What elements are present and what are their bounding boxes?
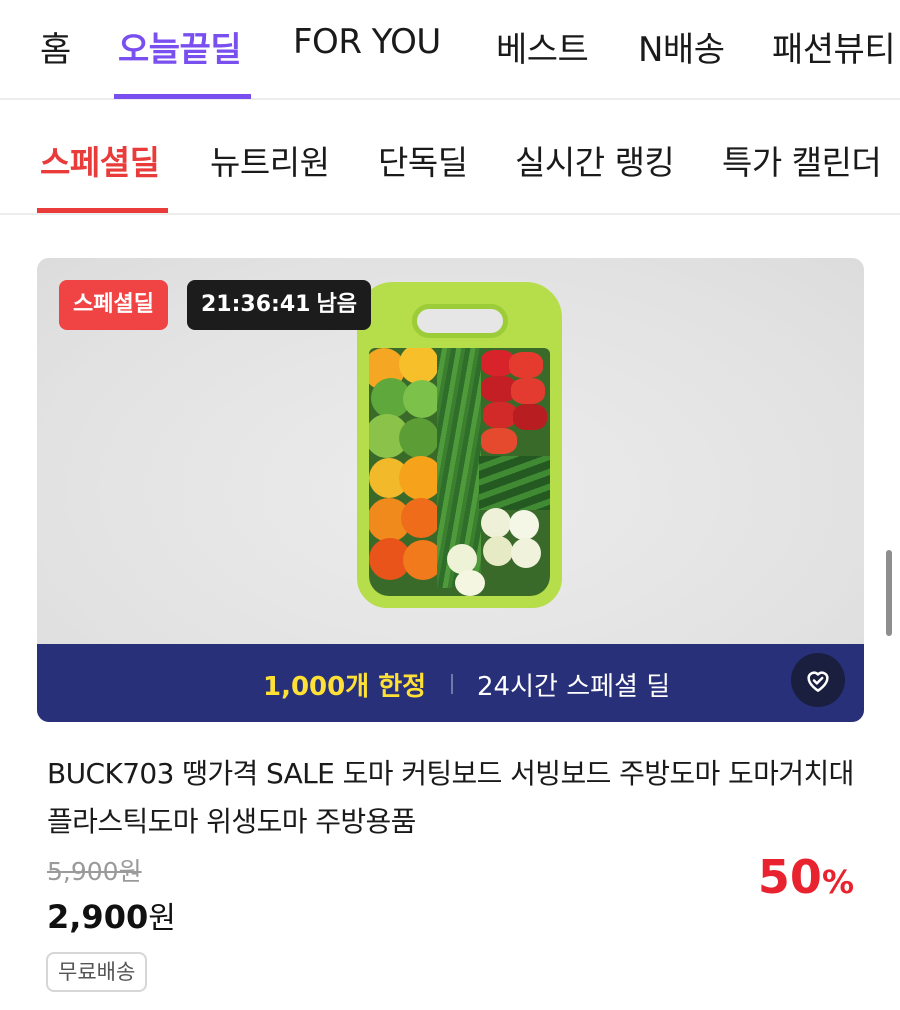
board-handle <box>411 304 508 338</box>
banner-divider <box>451 674 453 694</box>
sub-tab-special-deal[interactable]: 스페셜딜 <box>40 136 160 184</box>
special-deal-badge: 스페셜딜 <box>59 280 168 330</box>
sale-price-number: 2,900 <box>47 898 149 936</box>
top-tab-n-delivery[interactable]: N배송 <box>638 22 725 71</box>
product-title[interactable]: BUCK703 땡가격 SALE 도마 커팅보드 서빙보드 주방도마 도마거치대… <box>47 750 862 846</box>
countdown-suffix: 남음 <box>316 292 357 317</box>
top-tab-for-you[interactable]: FOR YOU <box>293 22 441 62</box>
cutting-board-illustration <box>357 282 562 608</box>
sub-tab-deal-calendar[interactable]: 특가 캘린더 <box>722 136 882 184</box>
heart-check-icon <box>807 671 829 692</box>
top-tab-best[interactable]: 베스트 <box>496 22 589 71</box>
free-shipping-tag: 무료배송 <box>46 952 148 992</box>
discount-unit: % <box>821 863 854 901</box>
wishlist-button[interactable] <box>791 653 845 707</box>
sub-nav: 스페셜딜 뉴트리원 단독딜 실시간 랭킹 특가 캘린더 <box>0 100 900 215</box>
sub-tab-nutrione[interactable]: 뉴트리원 <box>210 136 330 184</box>
top-tab-home[interactable]: 홈 <box>40 22 71 71</box>
product-image[interactable]: 스페셜딜 21:36:41 남음 1,000개 한정 24시간 스페셜 딜 <box>37 258 864 722</box>
countdown-time: 21:36:41 <box>201 292 311 317</box>
scrollbar[interactable] <box>886 550 892 636</box>
top-tab-fashion-beauty[interactable]: 패션뷰티 <box>772 22 896 71</box>
discount-number: 50 <box>757 850 822 904</box>
sub-tab-realtime-ranking[interactable]: 실시간 랭킹 <box>515 136 675 184</box>
sub-tab-exclusive-deal[interactable]: 단독딜 <box>378 136 468 184</box>
sale-price-unit: 원 <box>148 901 176 936</box>
deal-duration-label: 24시간 스페셜 딜 <box>477 672 671 702</box>
active-tab-indicator <box>114 94 251 99</box>
deal-banner: 1,000개 한정 24시간 스페셜 딜 <box>37 644 864 722</box>
discount-rate: 50% <box>758 850 854 904</box>
active-subtab-indicator <box>37 208 168 213</box>
vegetable-print <box>369 348 550 596</box>
countdown-timer-badge: 21:36:41 남음 <box>187 280 371 330</box>
sale-price: 2,900원 <box>47 893 176 937</box>
top-tab-today-deal[interactable]: 오늘끝딜 <box>118 22 242 71</box>
original-price: 5,900원 <box>47 857 142 886</box>
top-nav: 홈 오늘끝딜 FOR YOU 베스트 N배송 패션뷰티 <box>0 0 900 100</box>
limited-quantity-label: 1,000개 한정 <box>263 672 427 702</box>
